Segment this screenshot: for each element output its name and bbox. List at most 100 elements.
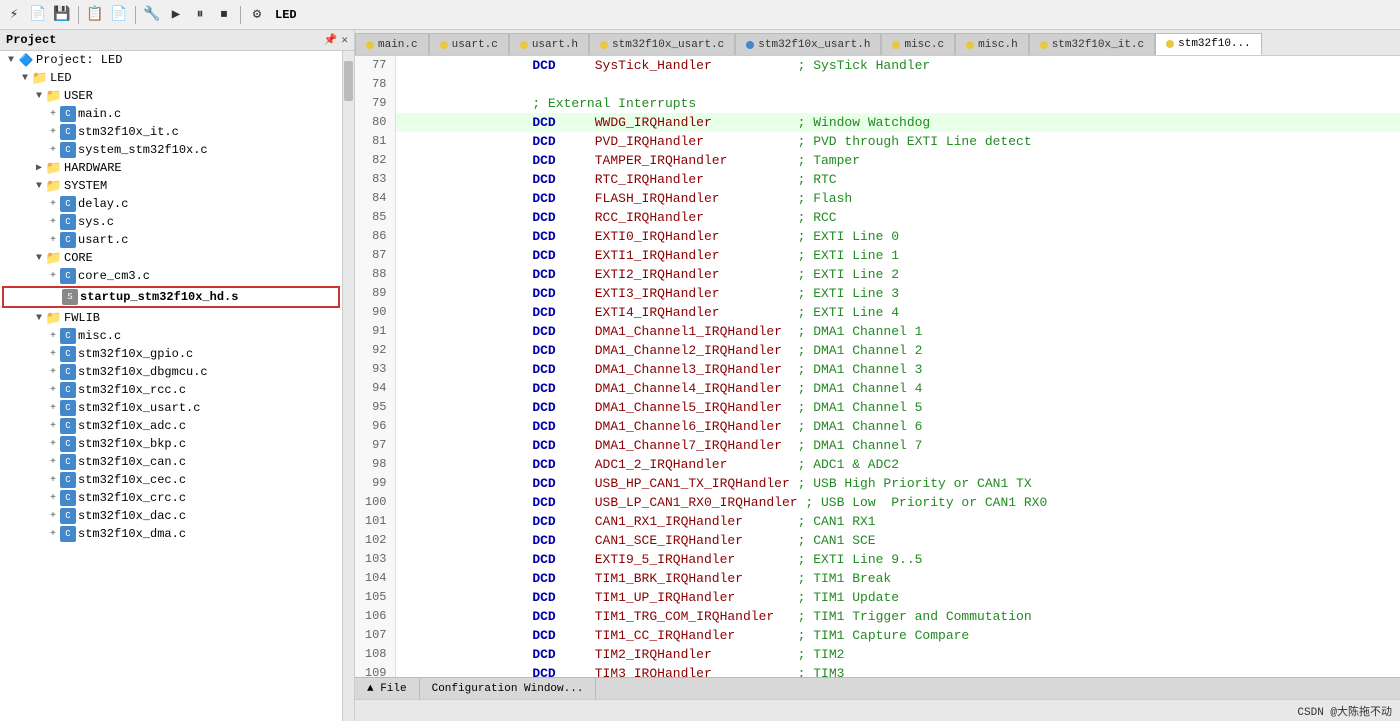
toolbar-icon-stop[interactable]: ⏹ <box>214 5 234 25</box>
toolbar-icon-paste[interactable]: 📄 <box>109 5 129 25</box>
expander-main-c[interactable]: + <box>46 109 60 120</box>
toolbar-icon-save[interactable]: 💾 <box>52 5 72 25</box>
tree-item-core[interactable]: ▼ 📁 CORE <box>0 249 342 267</box>
tab-usart-c-label: usart.c <box>452 39 498 51</box>
tree-item-main-c[interactable]: + C main.c <box>0 105 342 123</box>
tree-item-cec-c[interactable]: + C stm32f10x_cec.c <box>0 471 342 489</box>
bottom-tab-file[interactable]: ▲ File <box>355 678 420 699</box>
tab-stm32-usart-c-label: stm32f10x_usart.c <box>612 39 724 51</box>
tree-item-dac-c[interactable]: + C stm32f10x_dac.c <box>0 507 342 525</box>
tree-item-crc-c[interactable]: + C stm32f10x_crc.c <box>0 489 342 507</box>
tab-misc-h[interactable]: misc.h <box>955 33 1029 55</box>
file-can-icon: C <box>60 454 76 470</box>
line-number: 98 <box>355 455 395 474</box>
bottom-tab-config[interactable]: Configuration Window... <box>420 678 597 699</box>
tree-item-adc-c[interactable]: + C stm32f10x_adc.c <box>0 417 342 435</box>
tree-item-startup-s[interactable]: S startup_stm32f10x_hd.s <box>2 286 340 308</box>
expander-misc[interactable]: + <box>46 331 60 342</box>
tree-item-delay-c[interactable]: + C delay.c <box>0 195 342 213</box>
project-tree[interactable]: ▼ 🔷 Project: LED ▼ 📁 LED ▼ 📁 USER <box>0 51 342 721</box>
folder-system-icon: 📁 <box>46 178 62 194</box>
code-area[interactable]: 77 DCD SysTick_Handler ; SysTick Handler… <box>355 56 1400 677</box>
tree-item-project-led[interactable]: ▼ 🔷 Project: LED <box>0 51 342 69</box>
tree-item-usart-fwlib-c[interactable]: + C stm32f10x_usart.c <box>0 399 342 417</box>
tree-item-user[interactable]: ▼ 📁 USER <box>0 87 342 105</box>
tree-item-sys-c[interactable]: + C sys.c <box>0 213 342 231</box>
expander-user[interactable]: ▼ <box>32 91 46 102</box>
toolbar-icon-open[interactable]: 📄 <box>28 5 48 25</box>
tree-item-usart-c-system[interactable]: + C usart.c <box>0 231 342 249</box>
toolbar-sep-1 <box>78 6 79 24</box>
expander-bkp[interactable]: + <box>46 439 60 450</box>
toolbar-icon-copy[interactable]: 📋 <box>85 5 105 25</box>
line-number: 93 <box>355 360 395 379</box>
tab-usart-c[interactable]: usart.c <box>429 33 509 55</box>
expander-crc[interactable]: + <box>46 493 60 504</box>
expander-system[interactable]: + <box>46 145 60 156</box>
tree-item-rcc-c[interactable]: + C stm32f10x_rcc.c <box>0 381 342 399</box>
tab-main-c[interactable]: main.c <box>355 33 429 55</box>
expander-delay[interactable]: + <box>46 199 60 210</box>
line-number: 97 <box>355 436 395 455</box>
fwlib-label: FWLIB <box>64 311 100 325</box>
toolbar-sep-3 <box>240 6 241 24</box>
expander-can[interactable]: + <box>46 457 60 468</box>
tree-item-dma-c[interactable]: + C stm32f10x_dma.c <box>0 525 342 543</box>
expander-cec[interactable]: + <box>46 475 60 486</box>
project-header: Project 📌 ✕ <box>0 30 354 51</box>
tab-usart-h[interactable]: usart.h <box>509 33 589 55</box>
expander-rcc[interactable]: + <box>46 385 60 396</box>
tab-startup-label: stm32f10... <box>1178 38 1251 50</box>
tree-item-misc-c[interactable]: + C misc.c <box>0 327 342 345</box>
tab-stm32-usart-h[interactable]: stm32f10x_usart.h <box>735 33 881 55</box>
expander-usart-fwlib[interactable]: + <box>46 403 60 414</box>
expander-gpio[interactable]: + <box>46 349 60 360</box>
expander-led[interactable]: ▼ <box>18 73 32 84</box>
tab-startup-s[interactable]: stm32f10... <box>1155 33 1262 55</box>
tab-misc-c[interactable]: misc.c <box>881 33 955 55</box>
tree-item-core-cm3[interactable]: + C core_cm3.c <box>0 267 342 285</box>
tree-item-system[interactable]: ▼ 📁 SYSTEM <box>0 177 342 195</box>
expander-project[interactable]: ▼ <box>4 55 18 66</box>
expander-adc[interactable]: + <box>46 421 60 432</box>
expander-fwlib[interactable]: ▼ <box>32 313 46 324</box>
folder-core-icon: 📁 <box>46 250 62 266</box>
tree-item-fwlib[interactable]: ▼ 📁 FWLIB <box>0 309 342 327</box>
expander-system-folder[interactable]: ▼ <box>32 181 46 192</box>
close-icon[interactable]: ✕ <box>341 33 348 47</box>
tab-dot-misc-c <box>892 41 900 49</box>
tree-item-stm32f10x-it-c[interactable]: + C stm32f10x_it.c <box>0 123 342 141</box>
tree-item-gpio-c[interactable]: + C stm32f10x_gpio.c <box>0 345 342 363</box>
code-line-content: DCD DMA1_Channel4_IRQHandler ; DMA1 Chan… <box>395 379 1400 398</box>
toolbar-icon-debug[interactable]: ⏸ <box>190 5 210 25</box>
expander-dac[interactable]: + <box>46 511 60 522</box>
tree-item-led[interactable]: ▼ 📁 LED <box>0 69 342 87</box>
pin-icon[interactable]: 📌 <box>324 33 338 47</box>
tab-stm32-it-c[interactable]: stm32f10x_it.c <box>1029 33 1155 55</box>
toolbar-icon-new[interactable]: ⚡ <box>4 5 24 25</box>
toolbar-icon-settings[interactable]: ⚙ <box>247 5 267 25</box>
expander-hardware[interactable]: ▶ <box>32 162 46 174</box>
code-line-content: DCD TIM1_UP_IRQHandler ; TIM1 Update <box>395 588 1400 607</box>
misc-label: misc.c <box>78 329 121 343</box>
tree-item-bkp-c[interactable]: + C stm32f10x_bkp.c <box>0 435 342 453</box>
scroll-thumb <box>344 61 353 101</box>
folder-user-icon: 📁 <box>46 88 62 104</box>
tree-item-can-c[interactable]: + C stm32f10x_can.c <box>0 453 342 471</box>
expander-usart-sys[interactable]: + <box>46 235 60 246</box>
expander-dbgmcu[interactable]: + <box>46 367 60 378</box>
expander-stm32-it[interactable]: + <box>46 127 60 138</box>
expander-core[interactable]: ▼ <box>32 253 46 264</box>
toolbar-icon-build[interactable]: 🔧 <box>142 5 162 25</box>
tree-item-hardware[interactable]: ▶ 📁 HARDWARE <box>0 159 342 177</box>
expander-dma[interactable]: + <box>46 529 60 540</box>
toolbar-icon-run[interactable]: ▶ <box>166 5 186 25</box>
expander-sys[interactable]: + <box>46 217 60 228</box>
tab-stm32-usart-c[interactable]: stm32f10x_usart.c <box>589 33 735 55</box>
tree-item-system-c[interactable]: + C system_stm32f10x.c <box>0 141 342 159</box>
code-line-content: DCD TIM1_CC_IRQHandler ; TIM1 Capture Co… <box>395 626 1400 645</box>
tree-item-dbgmcu-c[interactable]: + C stm32f10x_dbgmcu.c <box>0 363 342 381</box>
left-scrollbar[interactable] <box>342 51 354 721</box>
folder-fwlib-icon: 📁 <box>46 310 62 326</box>
expander-core-cm3[interactable]: + <box>46 271 60 282</box>
